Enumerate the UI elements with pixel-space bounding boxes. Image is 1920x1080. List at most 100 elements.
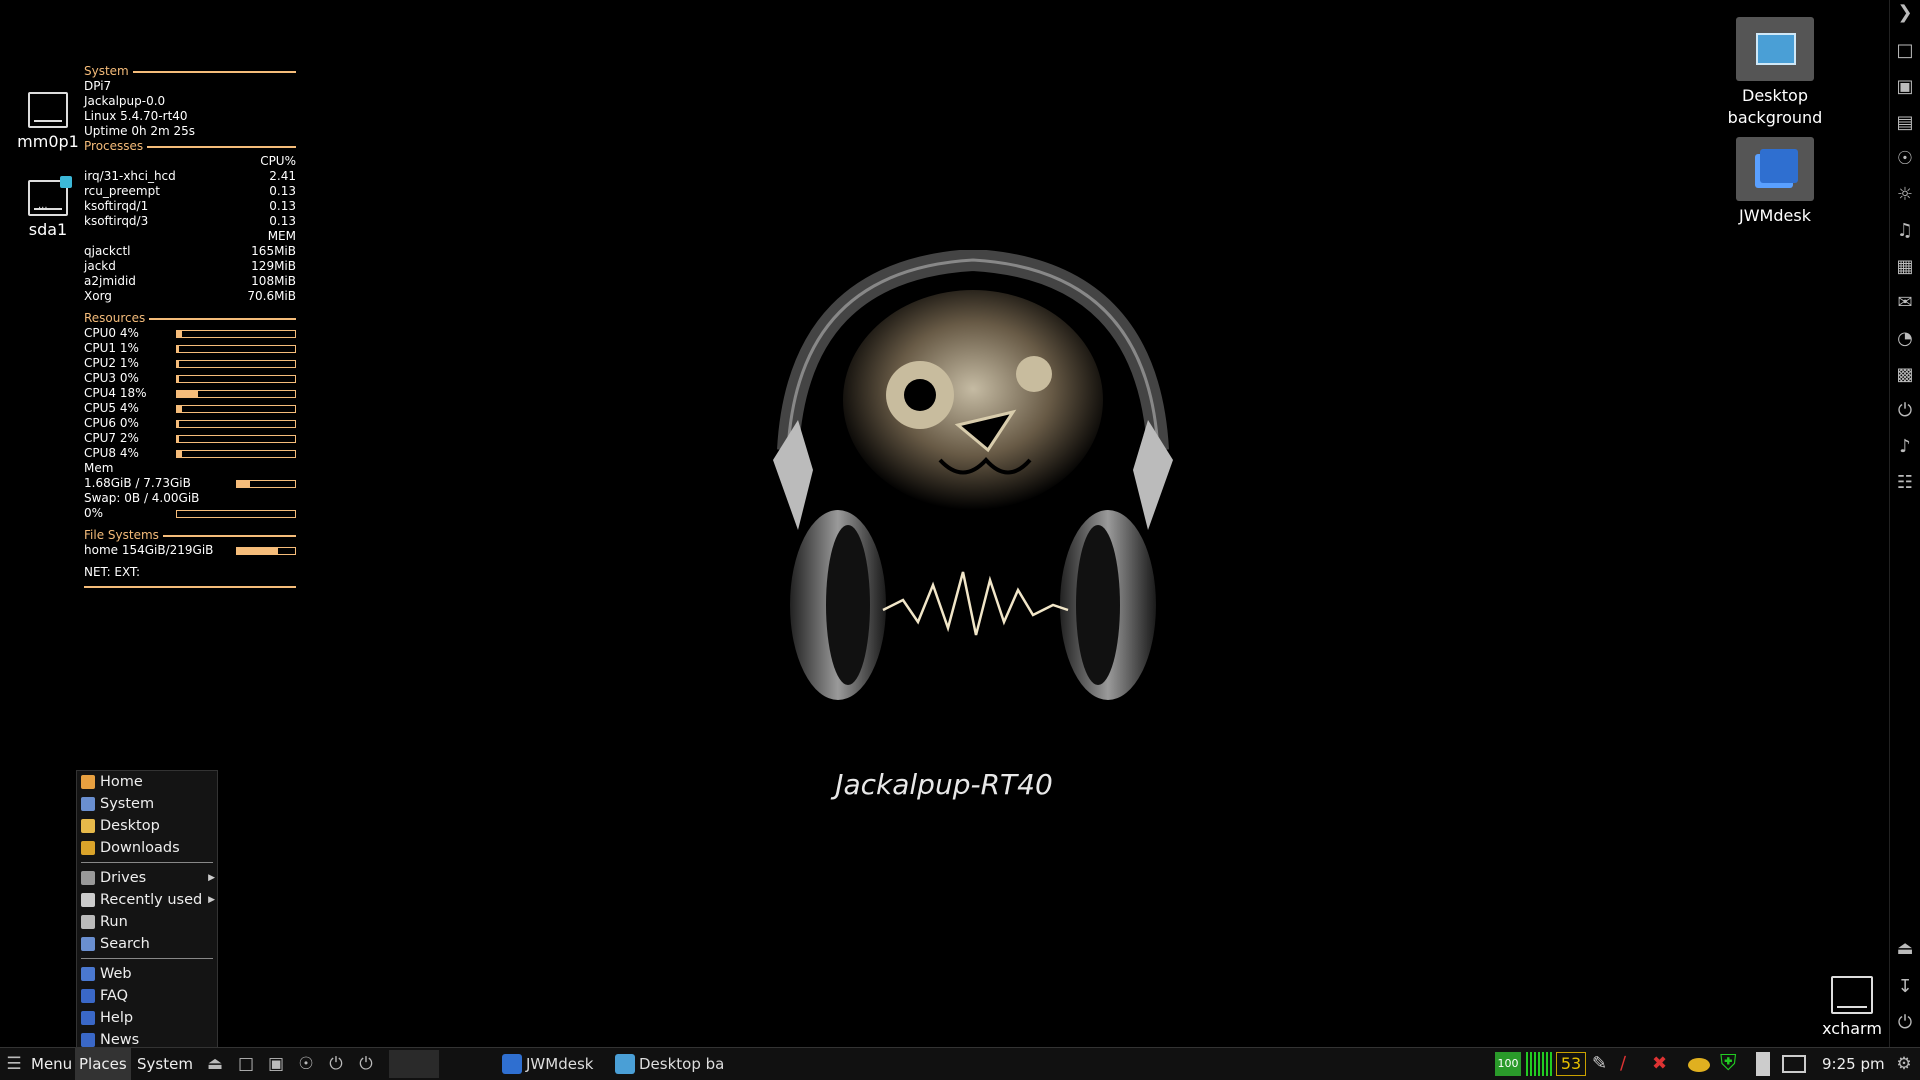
drive-label: sda1: [28, 220, 68, 239]
search-icon: [81, 937, 95, 951]
chart-icon[interactable]: ◔: [1894, 328, 1916, 350]
desktop-background-launcher[interactable]: Desktop background: [1715, 17, 1835, 129]
resources-heading: Resources: [84, 311, 296, 326]
eject-icon[interactable]: ⏏: [205, 1054, 225, 1074]
cpu-bar: [176, 329, 296, 338]
cpu-label: CPU5 4%: [84, 401, 139, 415]
mem-label: 1.68GiB / 7.73GiB: [84, 476, 191, 490]
shutdown-icon[interactable]: ⏻: [1894, 1012, 1916, 1034]
task-jwmdesk[interactable]: JWMdesk: [500, 1050, 593, 1078]
swap-label: Swap: 0B / 4.00GiB: [84, 491, 200, 505]
processes-heading: Processes: [84, 139, 296, 154]
menu-item-drives[interactable]: Drives ▶: [77, 867, 217, 889]
folder-icon[interactable]: ▣: [266, 1054, 286, 1074]
cpu-meter-icon[interactable]: [1526, 1052, 1552, 1076]
mail-icon[interactable]: ✉: [1894, 292, 1916, 314]
app-label: JWMdesk: [1739, 206, 1811, 225]
filesystems-heading: File Systems: [84, 528, 296, 543]
system-line-uptime: Uptime 0h 2m 25s: [84, 124, 196, 138]
cpu-bar: [176, 404, 296, 413]
menu-item-recently-used[interactable]: Recently used ▶: [77, 889, 217, 911]
drive-icon: [81, 871, 95, 885]
menu-item-run[interactable]: Run: [77, 911, 217, 933]
pen-icon[interactable]: ∕: [1620, 1052, 1644, 1076]
shutdown-icon[interactable]: ⏻: [356, 1054, 376, 1074]
gear-icon: [81, 915, 95, 929]
file-manager-icon[interactable]: ▣: [1894, 76, 1916, 98]
recent-icon: [81, 893, 95, 907]
panel-icon[interactable]: ▩: [1894, 364, 1916, 386]
compass-icon[interactable]: ☼: [1894, 184, 1916, 206]
clipboard-icon[interactable]: [1756, 1052, 1770, 1076]
folder-icon: [81, 819, 95, 833]
window-icon[interactable]: ▤: [1894, 112, 1916, 134]
cpu-label: CPU4 18%: [84, 386, 147, 400]
image-settings-icon: [615, 1054, 635, 1074]
drive-mm0p1[interactable]: mm0p1: [3, 92, 93, 151]
folder-open-icon[interactable]: □: [236, 1054, 256, 1074]
menu-item-help[interactable]: Help: [77, 1007, 217, 1029]
folder-icon[interactable]: □: [1894, 40, 1916, 62]
temperature-icon[interactable]: 53: [1556, 1052, 1586, 1076]
swap-percent-label: 0%: [84, 506, 104, 520]
places-button[interactable]: Places: [75, 1048, 131, 1080]
process-row: irq/31-xhci_hcd 2.41: [84, 169, 296, 183]
browser-icon[interactable]: ☉: [1894, 148, 1916, 170]
taskbar: ☰ Menu Places System ⏏ □ ▣ ☉ ⏻ ⏻ JWMdesk…: [0, 1047, 1920, 1080]
settings-gear-icon[interactable]: ⚙: [1894, 1054, 1914, 1074]
firewall-shield-icon[interactable]: ⛨: [1720, 1052, 1744, 1076]
browser-icon[interactable]: ☉: [296, 1054, 316, 1074]
calculator-icon[interactable]: ▦: [1894, 256, 1916, 278]
swap-row: 0%: [84, 506, 296, 521]
cpu-row: CPU0 4%: [84, 326, 296, 341]
clock[interactable]: 9:25 pm: [1822, 1048, 1885, 1080]
places-menu: Home System Desktop Downloads Drives ▶ Re…: [76, 770, 218, 1048]
cpu-row: CPU2 1%: [84, 356, 296, 371]
eject-icon[interactable]: ⏏: [1894, 938, 1916, 960]
process-row: rcu_preempt 0.13: [84, 184, 296, 198]
windows-icon: [1736, 137, 1814, 201]
menu-item-desktop[interactable]: Desktop: [77, 815, 217, 837]
submenu-arrow-icon: ▶: [208, 895, 215, 905]
task-desktop-background[interactable]: Desktop ba: [613, 1050, 724, 1078]
power-icon[interactable]: ⏻: [326, 1054, 346, 1074]
battery-icon[interactable]: 100: [1495, 1052, 1521, 1076]
menu-item-downloads[interactable]: Downloads: [77, 837, 217, 859]
music-icon[interactable]: ♫: [1894, 220, 1916, 242]
network-tool-icon[interactable]: ✎: [1592, 1052, 1616, 1076]
system-heading: System: [84, 64, 296, 79]
terminal-icon[interactable]: ❯: [1894, 2, 1916, 24]
cpu-row: CPU4 18%: [84, 386, 296, 401]
process-row: Xorg 70.6MiB: [84, 289, 296, 303]
download-icon[interactable]: ↧: [1894, 976, 1916, 998]
home-icon: [81, 775, 95, 789]
cpu-label: CPU7 2%: [84, 431, 139, 445]
system-button[interactable]: System: [137, 1048, 193, 1080]
workspace-pager[interactable]: [389, 1050, 439, 1078]
power-icon[interactable]: ⏻: [1894, 400, 1916, 422]
menu-item-home[interactable]: Home: [77, 771, 217, 793]
cpu-label: CPU2 1%: [84, 356, 139, 370]
jwmdesk-launcher[interactable]: JWMdesk: [1715, 137, 1835, 227]
mem-heading: Mem: [84, 461, 114, 475]
cpu-bar: [176, 419, 296, 428]
info-icon: [81, 1033, 95, 1047]
screen-icon[interactable]: [1782, 1055, 1806, 1073]
keypad-icon[interactable]: ☷: [1894, 472, 1916, 494]
network-disconnected-icon[interactable]: ✖: [1652, 1052, 1680, 1076]
menu-item-search[interactable]: Search: [77, 933, 217, 955]
distro-caption: Jackalpup-RT40: [835, 768, 1053, 801]
menu-item-faq[interactable]: FAQ: [77, 985, 217, 1007]
storage-icon[interactable]: [1688, 1058, 1710, 1072]
mem-row: 1.68GiB / 7.73GiB: [84, 476, 296, 491]
download-folder-icon: [81, 841, 95, 855]
cpu-label: CPU1 1%: [84, 341, 139, 355]
globe-icon: [81, 967, 95, 981]
audio-icon[interactable]: ♪: [1894, 436, 1916, 458]
cpu-label: CPU8 4%: [84, 446, 139, 460]
process-row: ksoftirqd/3 0.13: [84, 214, 296, 228]
menu-item-web[interactable]: Web: [77, 963, 217, 985]
menu-button[interactable]: Menu: [31, 1048, 72, 1080]
drive-sda1[interactable]: ... sda1: [3, 176, 93, 239]
menu-item-system[interactable]: System: [77, 793, 217, 815]
